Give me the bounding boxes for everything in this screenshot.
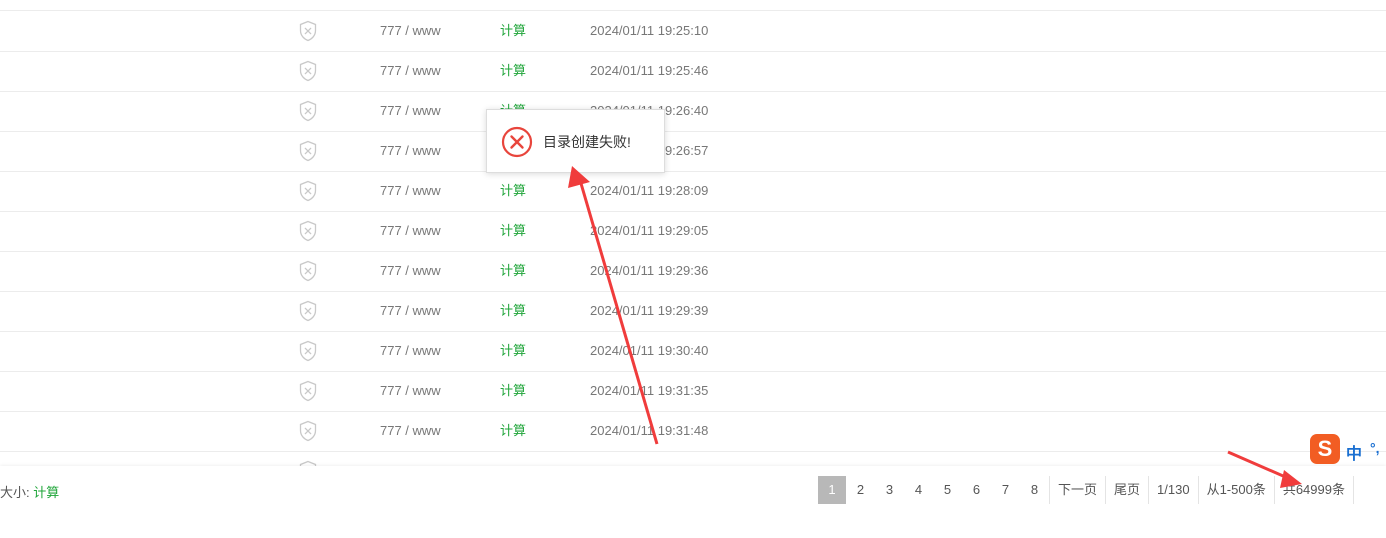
- total-count: 共64999条: [1275, 476, 1354, 504]
- size-calc-link[interactable]: 计算: [500, 11, 526, 51]
- size-calc-link[interactable]: 计算: [500, 211, 526, 251]
- table-row[interactable]: 777 / www 计算 2024/01/11 19:28:09: [0, 171, 1386, 212]
- modified-time: 2024/01/11 19:28:09: [590, 183, 709, 198]
- page-link-6[interactable]: 6: [962, 476, 991, 504]
- protect-shield-icon[interactable]: [298, 291, 320, 331]
- protect-shield-icon[interactable]: [298, 211, 320, 251]
- table-row[interactable]: 777 / www 计算 2024/01/11 19:29:39: [0, 291, 1386, 332]
- page-link-1[interactable]: 1: [818, 476, 846, 504]
- directory-size: 大小: 计算: [0, 482, 59, 501]
- error-circle-icon: [501, 126, 533, 158]
- modified-time: 2024/01/11 19:29:39: [590, 303, 709, 318]
- ime-punctuation-toggle[interactable]: °,: [1370, 440, 1380, 456]
- directory-size-label: 大小:: [0, 485, 34, 500]
- protect-shield-icon[interactable]: [298, 251, 320, 291]
- permission-owner[interactable]: 777 / www: [380, 91, 441, 131]
- protect-shield-icon[interactable]: [298, 411, 320, 451]
- protect-shield-icon: [298, 451, 320, 466]
- table-row[interactable]: 777 / www 计算 2024/01/11 19:25:46: [0, 51, 1386, 92]
- permission-owner[interactable]: 777 / www: [380, 211, 441, 251]
- ime-language-toggle[interactable]: 中: [1346, 440, 1362, 464]
- ime-logo-icon[interactable]: S: [1310, 434, 1340, 464]
- table-footer: 大小: 计算 1 2 3 4 5 6 7 8 下一页 尾页 1/130 从1-500条 共64999条: [0, 466, 1386, 538]
- table-row[interactable]: 777 / www计算2024/01/11 19:26:40: [0, 91, 1386, 132]
- permission-owner[interactable]: 777 / www: [380, 171, 441, 211]
- permission-owner[interactable]: 777 / www: [380, 331, 441, 371]
- table-row[interactable]: 777 / www 计算 2024/01/11 19:29:05: [0, 211, 1386, 252]
- table-row: [0, 0, 1386, 11]
- protect-shield-icon[interactable]: [298, 11, 320, 51]
- size-calc-link[interactable]: 计算: [500, 251, 526, 291]
- next-page-link[interactable]: 下一页: [1049, 476, 1107, 504]
- range-info: 从1-500条: [1199, 476, 1275, 504]
- size-calc-link[interactable]: 计算: [500, 371, 526, 411]
- table-row[interactable]: 777 / www 计算 2024/01/11 19:25:10: [0, 11, 1386, 52]
- protect-shield-icon[interactable]: [298, 51, 320, 91]
- last-page-link[interactable]: 尾页: [1106, 476, 1150, 504]
- table-row[interactable]: 777 / www 计算 2024/01/11 19:31:48: [0, 411, 1386, 452]
- protect-shield-icon[interactable]: [298, 171, 320, 211]
- protect-shield-icon[interactable]: [298, 91, 320, 131]
- permission-owner[interactable]: 777 / www: [380, 131, 441, 171]
- modified-time: 2024/01/11 19:31:48: [590, 423, 709, 438]
- page-link-3[interactable]: 3: [875, 476, 904, 504]
- page-link-4[interactable]: 4: [904, 476, 933, 504]
- size-calc-link[interactable]: 计算: [500, 291, 526, 331]
- size-calc-link[interactable]: 计算: [500, 331, 526, 371]
- modified-time: 2024/01/11 19:25:46: [590, 63, 709, 78]
- file-table: 777 / www 计算 2024/01/11 19:25:10 777 / www 计…: [0, 0, 1386, 466]
- ime-toolbar[interactable]: S 中 °,: [1308, 434, 1386, 466]
- permission-owner[interactable]: 777 / www: [380, 51, 441, 91]
- size-calc-link[interactable]: 计算: [500, 51, 526, 91]
- protect-shield-icon[interactable]: [298, 371, 320, 411]
- modified-time: 2024/01/11 19:25:10: [590, 23, 709, 38]
- modified-time: 2024/01/11 19:31:35: [590, 383, 709, 398]
- permission-owner[interactable]: 777 / www: [380, 371, 441, 411]
- table-row[interactable]: 777 / www 计算 2024/01/11 19:31:35: [0, 371, 1386, 412]
- table-row[interactable]: 777 / www计算2024/01/11 19:26:57: [0, 131, 1386, 172]
- modified-time: 2024/01/11 19:30:40: [590, 343, 709, 358]
- toast-message: 目录创建失败!: [543, 134, 631, 150]
- page-link-8[interactable]: 8: [1020, 476, 1049, 504]
- modified-time: 2024/01/11 19:29:05: [590, 223, 709, 238]
- pagination: 1 2 3 4 5 6 7 8 下一页 尾页 1/130 从1-500条 共64999条: [818, 476, 1354, 504]
- page-link-7[interactable]: 7: [991, 476, 1020, 504]
- protect-shield-icon[interactable]: [298, 131, 320, 171]
- table-row: [0, 451, 1386, 466]
- protect-shield-icon[interactable]: [298, 331, 320, 371]
- page-info: 1/130: [1149, 476, 1199, 504]
- page-link-2[interactable]: 2: [846, 476, 875, 504]
- permission-owner[interactable]: 777 / www: [380, 411, 441, 451]
- permission-owner[interactable]: 777 / www: [380, 11, 441, 51]
- modified-time: 2024/01/11 19:29:36: [590, 263, 709, 278]
- size-calc-link[interactable]: 计算: [500, 171, 526, 211]
- directory-size-calc-link[interactable]: 计算: [33, 485, 59, 500]
- error-toast: 目录创建失败!: [486, 109, 665, 173]
- permission-owner[interactable]: 777 / www: [380, 291, 441, 331]
- table-row[interactable]: 777 / www 计算 2024/01/11 19:29:36: [0, 251, 1386, 292]
- table-row[interactable]: 777 / www 计算 2024/01/11 19:30:40: [0, 331, 1386, 372]
- page-link-5[interactable]: 5: [933, 476, 962, 504]
- permission-owner[interactable]: 777 / www: [380, 251, 441, 291]
- size-calc-link[interactable]: 计算: [500, 411, 526, 451]
